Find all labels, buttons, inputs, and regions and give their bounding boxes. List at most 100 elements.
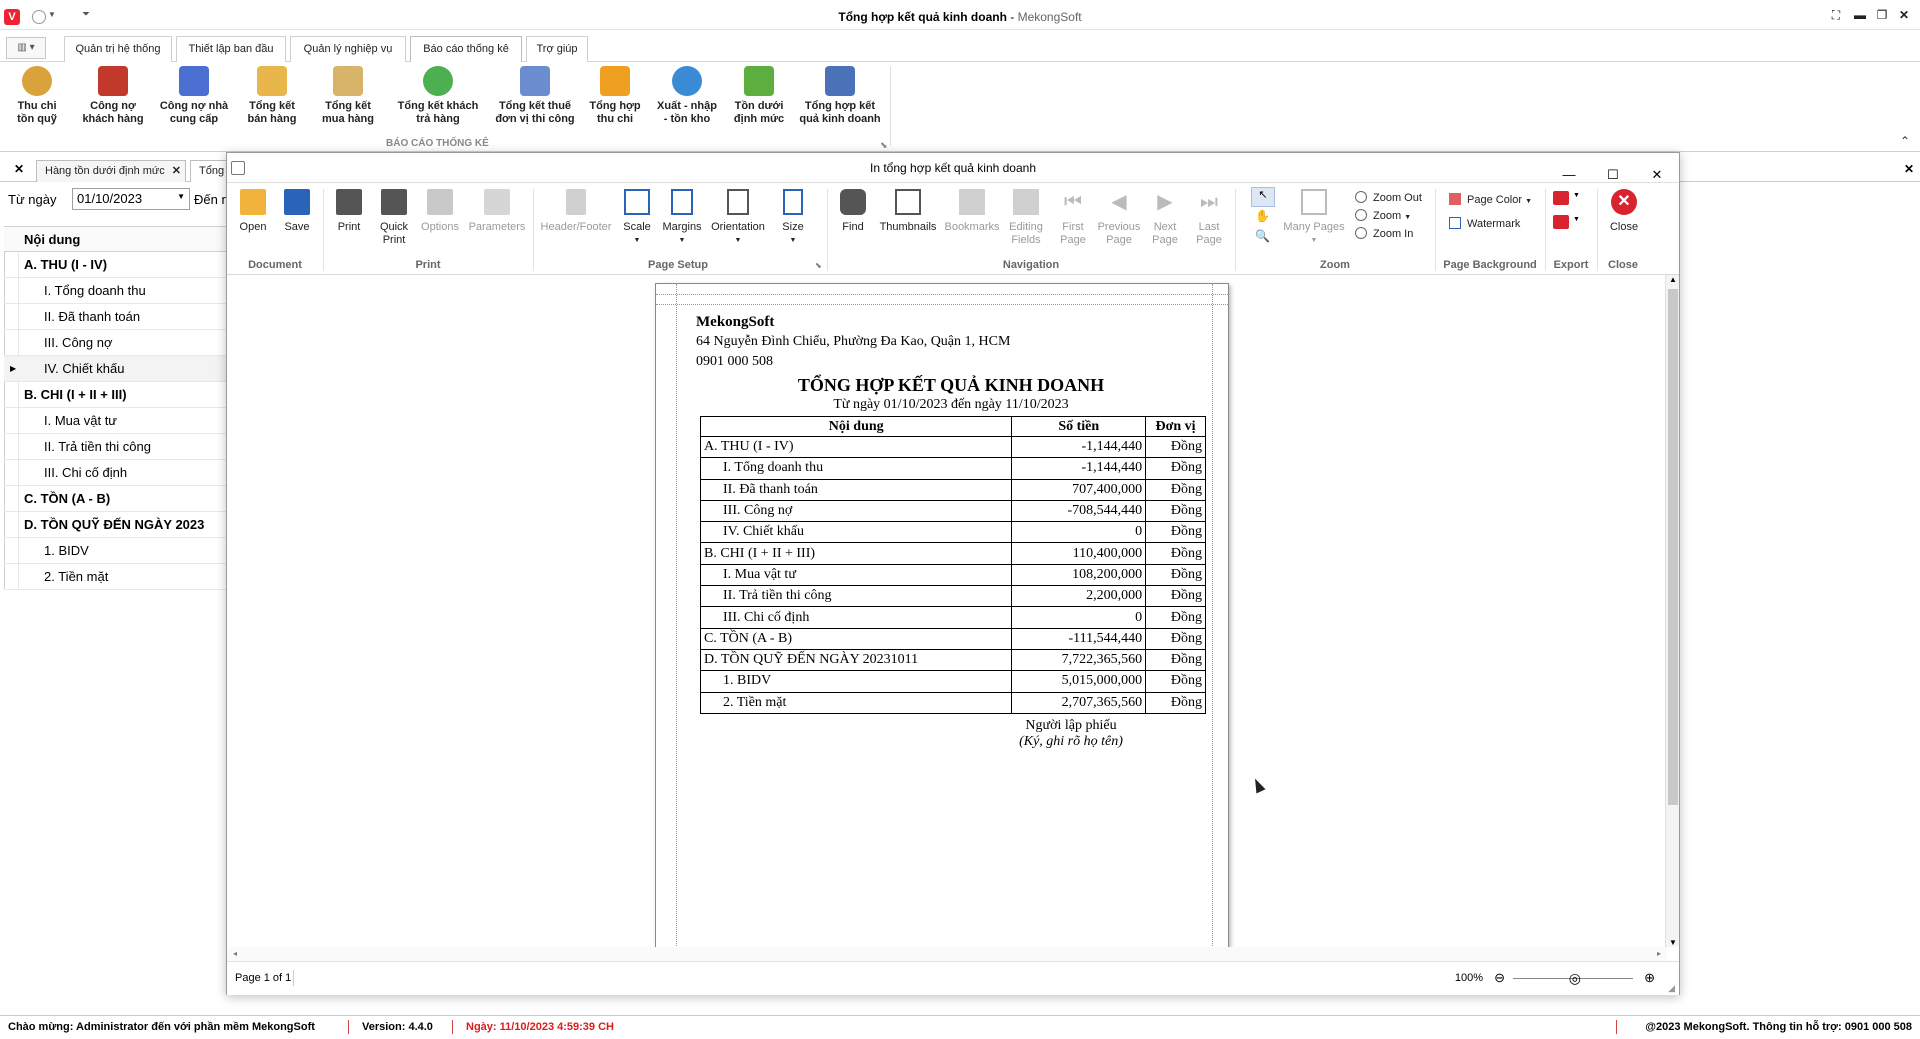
tong-hop-ket-qua-kinh-doanh-button[interactable]: Tổng hợp kết quả kinh doanh <box>794 66 886 126</box>
open-button[interactable]: Open <box>233 189 273 234</box>
grid-row[interactable]: C. TỒN (A - B) <box>4 486 230 512</box>
preview-close-button[interactable]: ✕ Close <box>1603 189 1645 234</box>
from-date-input[interactable]: 01/10/2023 ▼ <box>72 188 190 210</box>
group-launcher-icon[interactable]: ⬊ <box>880 140 888 151</box>
cong-no-nha-cung-cap-button[interactable]: Công nợ nhà cung cấp <box>156 66 232 126</box>
app-menu-button[interactable]: ▥ ▾ <box>6 37 46 59</box>
group-document-label: Document <box>248 259 302 271</box>
tong-ket-ban-hang-button[interactable]: Tổng kết bán hàng <box>240 66 304 126</box>
find-button[interactable]: Find <box>833 189 873 234</box>
orientation-button[interactable]: Orientation ▼ <box>707 189 769 247</box>
tong-hop-thu-chi-button[interactable]: Tổng hợp thu chi <box>584 66 646 126</box>
grid-row[interactable]: ▶ IV. Chiết khấu <box>4 356 230 382</box>
print-button[interactable]: Print <box>329 189 369 234</box>
grid-row[interactable]: III. Công nợ <box>4 330 230 356</box>
many-pages-button[interactable]: Many Pages ▼ <box>1281 189 1347 247</box>
zoom-percent[interactable]: 100% <box>1455 962 1483 994</box>
grid-row[interactable]: 1. BIDV <box>4 538 230 564</box>
zoom-dropdown-icon[interactable]: ▼ <box>1404 214 1411 221</box>
scale-button[interactable]: Scale ▼ <box>617 189 657 247</box>
grid-row[interactable]: 2. Tiền mặt <box>4 564 230 590</box>
quick-print-button[interactable]: Quick Print <box>373 189 415 247</box>
tab-tro-giup[interactable]: Trợ giúp <box>526 36 588 62</box>
thu-chi-ton-quy-button[interactable]: Thu chi tồn quỹ <box>8 66 66 126</box>
tab-thiet-lap-ban-dau[interactable]: Thiết lập ban đầu <box>176 36 286 62</box>
save-button[interactable]: Save <box>277 189 317 234</box>
send-dropdown-icon[interactable]: ▼ <box>1573 216 1580 223</box>
next-page-button[interactable]: ▶ Next Page <box>1145 189 1185 247</box>
grid-row[interactable]: II. Trả tiền thi công <box>4 434 230 460</box>
grid-row[interactable]: II. Đã thanh toán <box>4 304 230 330</box>
close-tab-icon[interactable]: ✕ <box>172 161 181 181</box>
bookmarks-button[interactable]: Bookmarks <box>943 189 1001 234</box>
vertical-scrollbar[interactable]: ▲ ▼ <box>1665 275 1679 947</box>
watermark-button[interactable]: Watermark <box>1449 215 1520 233</box>
cong-no-khach-hang-button[interactable]: Công nợ khách hàng <box>76 66 150 126</box>
horizontal-scrollbar[interactable]: ◂ ▸ <box>227 947 1667 961</box>
tab-bao-cao-thong-ke[interactable]: Báo cáo thống kê <box>410 36 522 63</box>
report-subtitle: Từ ngày 01/10/2023 đến ngày 11/10/2023 <box>833 397 1069 412</box>
restore-button[interactable]: ❐ <box>1870 8 1894 22</box>
tab-quan-ly-nghiep-vu[interactable]: Quản lý nghiệp vụ <box>290 36 406 62</box>
grid-row[interactable]: I. Mua vật tư <box>4 408 230 434</box>
last-page-button[interactable]: ⏭ Last Page <box>1189 189 1229 247</box>
parameters-button[interactable]: Parameters <box>467 189 527 234</box>
tong-ket-khach-tra-hang-button[interactable]: Tổng kết khách trả hàng <box>390 66 486 126</box>
pointer-tool-icon[interactable]: ↖ <box>1251 187 1275 207</box>
zoom-button[interactable]: Zoom ▼ <box>1355 207 1411 225</box>
size-dropdown-icon[interactable]: ▼ <box>773 234 813 247</box>
send-file-icon[interactable] <box>1553 215 1569 229</box>
scroll-right-icon[interactable]: ▸ <box>1657 949 1661 958</box>
page-setup-launcher-icon[interactable]: ⬊ <box>815 261 822 270</box>
hand-tool-icon[interactable]: ✋ <box>1255 209 1270 223</box>
grid-row[interactable]: D. TỒN QUỸ ĐẾN NGÀY 2023 <box>4 512 230 538</box>
ton-duoi-dinh-muc-button[interactable]: Tồn dưới định mức <box>728 66 790 126</box>
scroll-left-icon[interactable]: ◂ <box>233 949 237 958</box>
thumbnails-button[interactable]: Thumbnails <box>877 189 939 234</box>
close-window-button[interactable]: ✕ <box>1892 8 1916 22</box>
tong-ket-thue-button[interactable]: Tổng kết thuế đơn vị thi công <box>490 66 580 126</box>
scroll-thumb[interactable] <box>1668 289 1678 805</box>
fullscreen-icon[interactable]: ⛶ <box>1824 8 1848 23</box>
margins-button[interactable]: Margins ▼ <box>659 189 705 247</box>
quick-print-label-2: Print <box>382 234 406 246</box>
previous-page-button[interactable]: ◀ Previous Page <box>1095 189 1143 247</box>
grid-row[interactable]: III. Chi cố định <box>4 460 230 486</box>
header-footer-button[interactable]: Header/Footer <box>539 189 613 234</box>
collapse-ribbon-icon[interactable]: ⌃ <box>1900 134 1910 148</box>
grid-row[interactable]: B. CHI (I + II + III) <box>4 382 230 408</box>
zoom-slider-thumb[interactable]: ◎ <box>1569 962 1581 994</box>
scroll-up-icon[interactable]: ▲ <box>1669 275 1677 284</box>
grid-column-header[interactable]: Nội dung <box>4 226 230 252</box>
magnifier-tool-icon[interactable]: 🔍 <box>1255 229 1270 243</box>
page-color-dropdown-icon[interactable]: ▼ <box>1525 198 1532 205</box>
zoom-slider-minus-icon[interactable]: ⊖ <box>1494 962 1505 994</box>
tab-quan-tri-he-thong[interactable]: Quản trị hệ thống <box>64 36 172 62</box>
close-all-tabs-icon[interactable]: ✕ <box>14 162 24 176</box>
first-page-button[interactable]: ⏮ First Page <box>1053 189 1093 247</box>
orientation-dropdown-icon[interactable]: ▼ <box>707 234 769 247</box>
zoom-out-button[interactable]: Zoom Out <box>1355 189 1422 207</box>
margins-dropdown-icon[interactable]: ▼ <box>659 234 705 247</box>
editing-fields-button[interactable]: Editing Fields <box>1003 189 1049 247</box>
dropdown-arrow-icon[interactable]: ▼ <box>177 192 185 201</box>
export-pdf-icon[interactable] <box>1553 191 1569 205</box>
doc-tab-hang-ton[interactable]: Hàng tồn dưới định mức ✕ <box>36 160 186 182</box>
scroll-down-icon[interactable]: ▼ <box>1669 938 1677 947</box>
resize-grip-icon[interactable]: ◢ <box>1668 983 1675 993</box>
zoom-slider-plus-icon[interactable]: ⊕ <box>1644 962 1655 994</box>
many-pages-dropdown-icon[interactable]: ▼ <box>1281 234 1347 247</box>
page-color-button[interactable]: Page Color ▼ <box>1449 191 1532 209</box>
size-button[interactable]: Size ▼ <box>773 189 813 247</box>
zoom-in-button[interactable]: Zoom In <box>1355 225 1413 243</box>
grid-row[interactable]: I. Tổng doanh thu <box>4 278 230 304</box>
xuat-nhap-ton-kho-button[interactable]: Xuất - nhập - tồn kho <box>650 66 724 126</box>
export-dropdown-icon[interactable]: ▼ <box>1573 192 1580 199</box>
tong-ket-mua-hang-button[interactable]: Tổng kết mua hàng <box>316 66 380 126</box>
preview-canvas[interactable]: MekongSoft 64 Nguyễn Đình Chiểu, Phường … <box>227 275 1667 963</box>
close-document-icon[interactable]: ✕ <box>1904 162 1914 176</box>
minimize-button[interactable]: ▬ <box>1848 8 1872 22</box>
scale-dropdown-icon[interactable]: ▼ <box>617 234 657 247</box>
options-button[interactable]: Options <box>417 189 463 234</box>
grid-row[interactable]: A. THU (I - IV) <box>4 252 230 278</box>
